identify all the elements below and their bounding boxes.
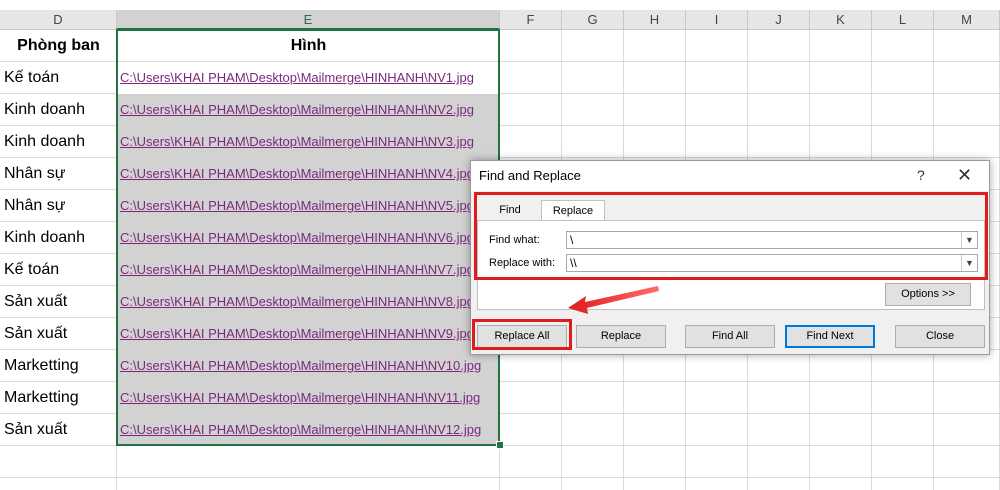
cell-department[interactable]: Marketting bbox=[0, 382, 117, 414]
dialog-titlebar[interactable]: Find and Replace ? ✕ bbox=[471, 161, 989, 191]
find-what-value: \ bbox=[570, 233, 574, 247]
dialog-title: Find and Replace bbox=[479, 168, 581, 183]
cell-department[interactable]: Sản xuất bbox=[0, 414, 117, 446]
tab-replace-label: Replace bbox=[552, 205, 594, 217]
close-button[interactable]: Close bbox=[895, 325, 985, 348]
cell-image-path[interactable]: C:\Users\KHAI PHAM\Desktop\Mailmerge\HIN… bbox=[117, 286, 500, 318]
top-strip bbox=[0, 0, 1000, 10]
tab-find-label: Find bbox=[499, 204, 521, 216]
annotation-arrow-icon bbox=[568, 286, 659, 314]
find-what-dropdown-icon[interactable]: ▼ bbox=[961, 232, 977, 248]
find-replace-dialog: Find and Replace ? ✕ Find Replace Find w… bbox=[470, 160, 990, 355]
close-icon[interactable]: ✕ bbox=[957, 164, 972, 186]
cell-department[interactable]: Sản xuất bbox=[0, 286, 117, 318]
cell-image-path[interactable]: C:\Users\KHAI PHAM\Desktop\Mailmerge\HIN… bbox=[117, 190, 500, 222]
replace-with-dropdown-icon[interactable]: ▼ bbox=[961, 255, 977, 271]
cell-image-path[interactable]: C:\Users\KHAI PHAM\Desktop\Mailmerge\HIN… bbox=[117, 62, 500, 94]
header-phong-ban[interactable]: Phòng ban bbox=[0, 30, 117, 62]
find-what-input[interactable]: \ ▼ bbox=[566, 231, 978, 249]
help-icon[interactable]: ? bbox=[917, 167, 925, 183]
cell-department[interactable]: Marketting bbox=[0, 350, 117, 382]
cell-image-path[interactable]: C:\Users\KHAI PHAM\Desktop\Mailmerge\HIN… bbox=[117, 158, 500, 190]
cell-image-path[interactable]: C:\Users\KHAI PHAM\Desktop\Mailmerge\HIN… bbox=[117, 382, 500, 414]
column-header-m[interactable]: M bbox=[934, 10, 1000, 30]
cell-department[interactable]: Kế toán bbox=[0, 62, 117, 94]
cell-department[interactable]: Sản xuất bbox=[0, 318, 117, 350]
cell-image-path[interactable]: C:\Users\KHAI PHAM\Desktop\Mailmerge\HIN… bbox=[117, 94, 500, 126]
replace-with-input[interactable]: \\ ▼ bbox=[566, 254, 978, 272]
find-all-button[interactable]: Find All bbox=[685, 325, 775, 348]
grid-line-horizontal bbox=[0, 477, 1000, 478]
cell-department[interactable]: Kinh doanh bbox=[0, 126, 117, 158]
column-header-i[interactable]: I bbox=[686, 10, 748, 30]
fill-handle[interactable] bbox=[496, 441, 504, 449]
replace-with-label: Replace with: bbox=[489, 257, 556, 269]
options-button[interactable]: Options >> bbox=[885, 283, 971, 306]
column-header-d[interactable]: D bbox=[0, 10, 117, 30]
cell-image-path[interactable]: C:\Users\KHAI PHAM\Desktop\Mailmerge\HIN… bbox=[117, 414, 500, 446]
cell-image-path[interactable]: C:\Users\KHAI PHAM\Desktop\Mailmerge\HIN… bbox=[117, 254, 500, 286]
cell-image-path[interactable]: C:\Users\KHAI PHAM\Desktop\Mailmerge\HIN… bbox=[117, 318, 500, 350]
cell-department[interactable]: Nhân sự bbox=[0, 190, 117, 222]
column-header-l[interactable]: L bbox=[872, 10, 934, 30]
header-hinh[interactable]: Hình bbox=[117, 30, 500, 62]
column-header-f[interactable]: F bbox=[500, 10, 562, 30]
cell-department[interactable]: Kế toán bbox=[0, 254, 117, 286]
column-header-k[interactable]: K bbox=[810, 10, 872, 30]
cell-image-path[interactable]: C:\Users\KHAI PHAM\Desktop\Mailmerge\HIN… bbox=[117, 222, 500, 254]
column-header-j[interactable]: J bbox=[748, 10, 810, 30]
column-header-e[interactable]: E bbox=[117, 10, 500, 30]
column-header-h[interactable]: H bbox=[624, 10, 686, 30]
replace-all-button[interactable]: Replace All bbox=[477, 325, 567, 348]
cell-image-path[interactable]: C:\Users\KHAI PHAM\Desktop\Mailmerge\HIN… bbox=[117, 350, 500, 382]
replace-with-value: \\ bbox=[570, 256, 577, 270]
cell-department[interactable]: Kinh doanh bbox=[0, 94, 117, 126]
cell-image-path[interactable]: C:\Users\KHAI PHAM\Desktop\Mailmerge\HIN… bbox=[117, 126, 500, 158]
cell-department[interactable]: Kinh doanh bbox=[0, 222, 117, 254]
replace-button[interactable]: Replace bbox=[576, 325, 666, 348]
tab-find[interactable]: Find bbox=[481, 200, 539, 221]
column-header-g[interactable]: G bbox=[562, 10, 624, 30]
find-what-label: Find what: bbox=[489, 234, 540, 246]
cell-department[interactable]: Nhân sự bbox=[0, 158, 117, 190]
tab-replace[interactable]: Replace bbox=[541, 200, 605, 221]
find-next-button[interactable]: Find Next bbox=[785, 325, 875, 348]
